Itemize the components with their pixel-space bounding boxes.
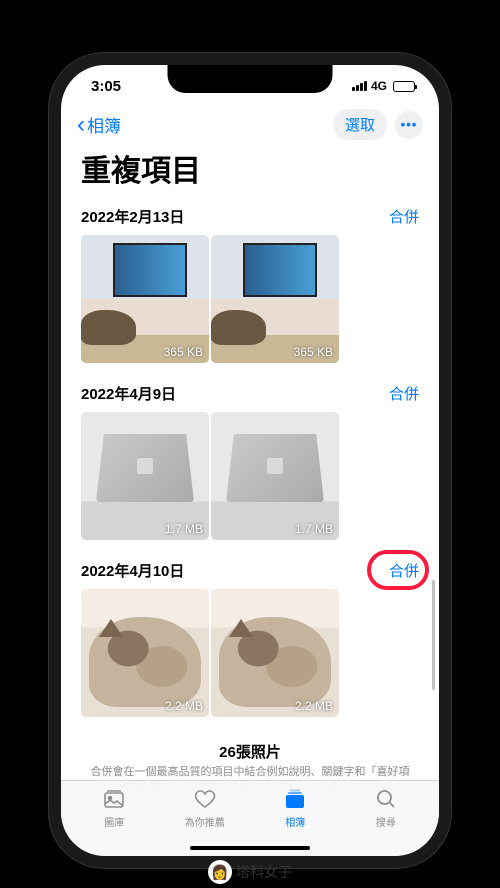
back-label: 相簿 — [87, 112, 121, 137]
merge-button[interactable]: 合併 — [389, 383, 419, 404]
tab-albums[interactable]: 相簿 — [250, 787, 341, 838]
merge-button[interactable]: 合併 — [389, 206, 419, 227]
battery-icon — [393, 81, 415, 92]
summary-count: 26張照片 — [85, 741, 415, 762]
thumbnail-row: 365 KB 365 KB — [61, 235, 439, 363]
watermark: 👩 塔科女子 — [208, 860, 292, 884]
duplicate-group: 2022年4月9日 合併 1.7 MB 1.7 MB — [61, 377, 439, 540]
group-header: 2022年4月10日 合併 — [61, 554, 439, 589]
duplicate-group: 2022年4月10日 合併 2.2 MB 2.2 MB — [61, 554, 439, 717]
tab-foryou[interactable]: 為你推薦 — [160, 787, 251, 838]
watermark-icon: 👩 — [208, 860, 232, 884]
back-button[interactable]: ‹ 相簿 — [77, 112, 121, 137]
status-right: 4G — [352, 79, 415, 93]
duplicate-group: 2022年2月13日 合併 365 KB 365 KB — [61, 200, 439, 363]
file-size-badge: 1.7 MB — [165, 522, 203, 536]
tab-label: 圖庫 — [104, 814, 124, 829]
thumbnail-row: 1.7 MB 1.7 MB — [61, 412, 439, 540]
photo-thumbnail[interactable]: 365 KB — [81, 235, 209, 363]
screen: 3:05 4G ‹ 相簿 選取 ••• 重複項目 2022年2月13日合併365… — [61, 65, 439, 856]
status-time: 3:05 — [91, 78, 121, 95]
photo-thumbnail[interactable]: 2.2 MB — [81, 589, 209, 717]
watermark-text: 塔科女子 — [236, 862, 292, 882]
group-date: 2022年4月9日 — [81, 383, 176, 404]
more-button[interactable]: ••• — [395, 111, 423, 139]
select-button[interactable]: 選取 — [333, 109, 387, 140]
file-size-badge: 365 KB — [164, 345, 203, 359]
ellipsis-icon: ••• — [401, 117, 418, 132]
file-size-badge: 365 KB — [294, 345, 333, 359]
photo-thumbnail[interactable]: 1.7 MB — [211, 412, 339, 540]
tab-library[interactable]: 圖庫 — [69, 787, 160, 838]
library-icon — [101, 787, 127, 811]
file-size-badge: 2.2 MB — [295, 699, 333, 713]
page-title: 重複項目 — [61, 144, 439, 200]
group-header: 2022年2月13日 合併 — [61, 200, 439, 235]
tab-label: 搜尋 — [376, 814, 396, 829]
foryou-icon — [192, 787, 218, 811]
content[interactable]: 2022年2月13日合併365 KB365 KB2022年4月9日合併1.7 M… — [61, 200, 439, 801]
search-icon — [373, 787, 399, 811]
merge-button[interactable]: 合併 — [389, 560, 419, 581]
group-header: 2022年4月9日 合併 — [61, 377, 439, 412]
network-label: 4G — [371, 79, 387, 93]
tab-bar: 圖庫 為你推薦 相簿 搜尋 — [61, 780, 439, 856]
file-size-badge: 2.2 MB — [165, 699, 203, 713]
tab-label: 為你推薦 — [185, 814, 225, 829]
group-date: 2022年2月13日 — [81, 206, 184, 227]
scroll-indicator[interactable] — [432, 580, 435, 690]
tab-label: 相簿 — [285, 814, 305, 829]
thumbnail-row: 2.2 MB 2.2 MB — [61, 589, 439, 717]
photo-thumbnail[interactable]: 365 KB — [211, 235, 339, 363]
file-size-badge: 1.7 MB — [295, 522, 333, 536]
phone-frame: 3:05 4G ‹ 相簿 選取 ••• 重複項目 2022年2月13日合併365… — [49, 53, 451, 868]
photo-thumbnail[interactable]: 1.7 MB — [81, 412, 209, 540]
group-date: 2022年4月10日 — [81, 560, 184, 581]
tab-search[interactable]: 搜尋 — [341, 787, 432, 838]
photo-thumbnail[interactable]: 2.2 MB — [211, 589, 339, 717]
notch — [168, 65, 333, 93]
signal-icon — [352, 81, 367, 91]
albums-icon — [282, 787, 308, 811]
nav-bar: ‹ 相簿 選取 ••• — [61, 107, 439, 144]
home-indicator[interactable] — [190, 846, 310, 850]
chevron-left-icon: ‹ — [77, 113, 85, 137]
